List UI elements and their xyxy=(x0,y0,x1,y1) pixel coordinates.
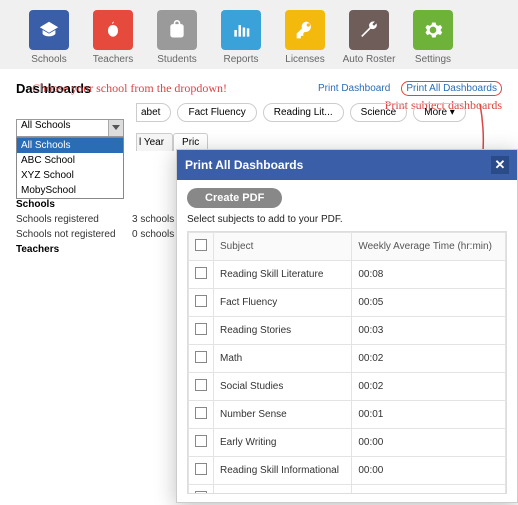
cell-time: 00:02 xyxy=(352,345,506,373)
table-row: Math00:02 xyxy=(189,345,506,373)
chevron-down-icon xyxy=(112,125,120,130)
table-row: Fact Fluency00:05 xyxy=(189,289,506,317)
nav-auto-roster[interactable]: Auto Roster xyxy=(342,10,396,65)
pill[interactable]: abet xyxy=(136,103,171,122)
chart-icon xyxy=(221,10,261,50)
cell-subject: Fact Fluency xyxy=(214,289,352,317)
print-dashboard-link[interactable]: Print Dashboard xyxy=(318,83,390,94)
dropdown-option[interactable]: ABC School xyxy=(17,153,123,168)
table-row: Reading Stories00:03 xyxy=(189,317,506,345)
modal-title: Print All Dashboards xyxy=(185,158,303,172)
dropdown-option[interactable]: MobySchool xyxy=(17,183,123,198)
dropdown-option[interactable]: All Schools xyxy=(17,138,123,153)
table-row: Vocab00:00 xyxy=(189,485,506,495)
table-row: Reading Skill Literature00:08 xyxy=(189,261,506,289)
create-pdf-button[interactable]: Create PDF xyxy=(187,188,282,208)
row-checkbox[interactable] xyxy=(189,345,214,373)
apple-icon xyxy=(93,10,133,50)
checkbox-icon xyxy=(195,267,207,279)
backpack-icon xyxy=(157,10,197,50)
nav-reports[interactable]: Reports xyxy=(214,10,268,65)
row-checkbox[interactable] xyxy=(189,261,214,289)
checkbox-icon xyxy=(195,491,207,494)
row-checkbox[interactable] xyxy=(189,457,214,485)
checkbox-icon xyxy=(195,435,207,447)
row-checkbox[interactable] xyxy=(189,373,214,401)
nav-label: Teachers xyxy=(93,54,134,65)
print-all-modal: Print All Dashboards ✕ Create PDF Select… xyxy=(176,149,518,503)
nav-label: Schools xyxy=(31,54,67,65)
tab[interactable]: l Year xyxy=(136,133,173,151)
checkbox-icon xyxy=(195,379,207,391)
key-icon xyxy=(285,10,325,50)
row-checkbox[interactable] xyxy=(189,317,214,345)
cell-subject: Reading Skill Literature xyxy=(214,261,352,289)
cell-subject: Social Studies xyxy=(214,373,352,401)
row-checkbox[interactable] xyxy=(189,289,214,317)
nav-teachers[interactable]: Teachers xyxy=(86,10,140,65)
cell-subject: Math xyxy=(214,345,352,373)
cell-subject: Vocab xyxy=(214,485,352,495)
subjects-table-wrap[interactable]: Subject Weekly Average Time (hr:min) Rea… xyxy=(187,231,507,494)
cell-time: 00:05 xyxy=(352,289,506,317)
cell-time: 00:03 xyxy=(352,317,506,345)
nav-licenses[interactable]: Licenses xyxy=(278,10,332,65)
nav-label: Auto Roster xyxy=(343,54,396,65)
cell-time: 00:08 xyxy=(352,261,506,289)
row-checkbox[interactable] xyxy=(189,401,214,429)
modal-subtitle: Select subjects to add to your PDF. xyxy=(187,214,507,225)
nav-label: Settings xyxy=(415,54,451,65)
school-dropdown[interactable]: All Schools All Schools ABC School XYZ S… xyxy=(16,119,124,137)
nav-label: Reports xyxy=(223,54,258,65)
checkbox-icon xyxy=(195,295,207,307)
nav-label: Students xyxy=(157,54,196,65)
nav-label: Licenses xyxy=(285,54,324,65)
select-all-header[interactable] xyxy=(189,233,214,261)
nav-settings[interactable]: Settings xyxy=(406,10,460,65)
table-row: Early Writing00:00 xyxy=(189,429,506,457)
col-subject: Subject xyxy=(214,233,352,261)
print-links: Print Dashboard Print All Dashboards xyxy=(318,83,502,94)
checkbox-icon xyxy=(195,351,207,363)
cell-time: 00:02 xyxy=(352,373,506,401)
cell-time: 00:00 xyxy=(352,429,506,457)
pill[interactable]: Science xyxy=(350,103,408,122)
pill-more[interactable]: More ▾ xyxy=(413,103,466,122)
dropdown-option[interactable]: XYZ School xyxy=(17,168,123,183)
checkbox-icon xyxy=(195,323,207,335)
print-all-dashboards-link[interactable]: Print All Dashboards xyxy=(401,81,502,96)
wrench-icon xyxy=(349,10,389,50)
cell-time: 00:00 xyxy=(352,457,506,485)
dropdown-selected: All Schools xyxy=(16,119,124,137)
row-checkbox[interactable] xyxy=(189,485,214,495)
cell-time: 00:01 xyxy=(352,401,506,429)
subject-pills: abet Fact Fluency Reading Lit... Science… xyxy=(136,103,466,122)
cell-subject: Reading Stories xyxy=(214,317,352,345)
col-time: Weekly Average Time (hr:min) xyxy=(352,233,506,261)
cell-time: 00:00 xyxy=(352,485,506,495)
subjects-table: Subject Weekly Average Time (hr:min) Rea… xyxy=(188,232,506,494)
checkbox-icon xyxy=(195,463,207,475)
school-icon xyxy=(29,10,69,50)
gear-icon xyxy=(413,10,453,50)
annotation-choose-school: Choose your school from the dropdown! xyxy=(32,81,227,96)
checkbox-icon xyxy=(195,407,207,419)
cell-subject: Number Sense xyxy=(214,401,352,429)
table-row: Number Sense00:01 xyxy=(189,401,506,429)
cell-subject: Reading Skill Informational xyxy=(214,457,352,485)
table-row: Social Studies00:02 xyxy=(189,373,506,401)
modal-header: Print All Dashboards ✕ xyxy=(177,150,517,180)
pill[interactable]: Fact Fluency xyxy=(177,103,256,122)
close-icon[interactable]: ✕ xyxy=(491,156,509,174)
cell-subject: Early Writing xyxy=(214,429,352,457)
nav-schools[interactable]: Schools xyxy=(22,10,76,65)
row-checkbox[interactable] xyxy=(189,429,214,457)
dropdown-list: All Schools ABC School XYZ School MobySc… xyxy=(16,137,124,199)
top-nav: Schools Teachers Students Reports Licens… xyxy=(0,0,518,69)
checkbox-icon xyxy=(195,239,207,251)
pill[interactable]: Reading Lit... xyxy=(263,103,344,122)
table-row: Reading Skill Informational00:00 xyxy=(189,457,506,485)
nav-students[interactable]: Students xyxy=(150,10,204,65)
